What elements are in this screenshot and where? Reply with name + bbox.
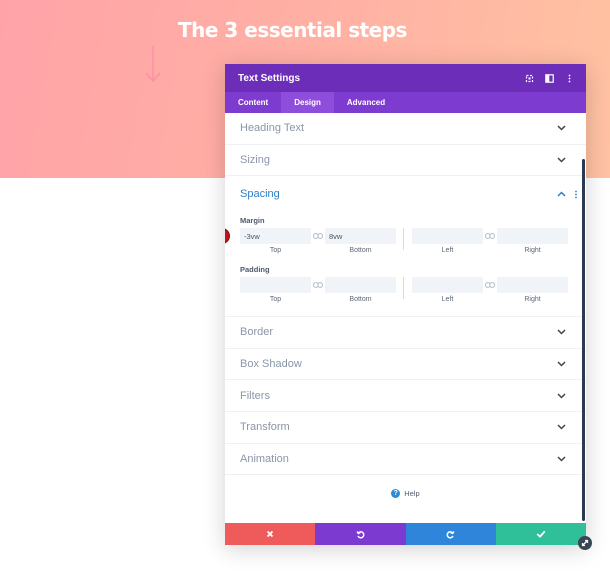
panel-header: Text Settings — [225, 64, 586, 92]
chevron-down-icon — [557, 329, 566, 336]
spacing-header[interactable]: Spacing — [225, 176, 586, 212]
link-icon[interactable] — [311, 277, 325, 293]
hero-title: The 3 essential steps — [178, 18, 407, 42]
close-icon — [266, 530, 274, 538]
help-link[interactable]: ? Help — [225, 489, 586, 498]
section-label: Animation — [240, 452, 289, 465]
section-transform[interactable]: Transform — [225, 412, 586, 444]
chevron-down-icon — [557, 456, 566, 462]
section-sizing[interactable]: Sizing — [225, 145, 586, 177]
panel-tabs: Content Design Advanced — [225, 92, 586, 113]
tab-advanced[interactable]: Advanced — [334, 92, 398, 113]
section-heading-text[interactable]: Heading Text — [225, 113, 586, 145]
help-label: Help — [404, 489, 420, 498]
panel-content: Heading Text Sizing Spacing Margin 1 -3v… — [225, 113, 586, 521]
field-caption: Right — [524, 247, 541, 255]
field-caption: Left — [441, 247, 454, 255]
margin-inputs: 1 -3vw Top 8vw Bottom — [225, 228, 586, 257]
resize-handle[interactable] — [578, 536, 592, 550]
section-spacing: Spacing Margin 1 -3vw Top — [225, 176, 586, 318]
more-vertical-icon[interactable] — [565, 74, 574, 83]
margin-left-input[interactable] — [412, 228, 483, 245]
more-vertical-icon[interactable] — [574, 190, 578, 199]
padding-bottom-input[interactable] — [325, 277, 396, 294]
chevron-down-icon — [557, 424, 566, 430]
padding-top-input[interactable] — [240, 277, 311, 294]
section-label: Heading Text — [240, 122, 305, 135]
chevron-up-icon[interactable] — [557, 191, 566, 197]
section-border[interactable]: Border — [225, 317, 586, 349]
field-caption: Bottom — [349, 247, 372, 255]
chevron-down-icon — [557, 125, 566, 131]
field-caption: Left — [441, 296, 454, 304]
chevron-down-icon — [557, 361, 566, 367]
panel-title: Text Settings — [238, 72, 301, 84]
margin-label: Margin — [240, 216, 265, 226]
section-label: Spacing — [240, 188, 280, 201]
tab-content[interactable]: Content — [225, 92, 281, 113]
redo-icon — [446, 530, 455, 538]
section-label: Filters — [240, 389, 270, 402]
divider — [403, 277, 404, 300]
section-label: Border — [240, 326, 274, 339]
panel-footer — [225, 523, 586, 545]
link-icon[interactable] — [311, 228, 325, 244]
annotation-badge: 1 — [225, 228, 230, 245]
check-icon — [536, 530, 546, 538]
padding-label: Padding — [240, 265, 270, 275]
field-caption: Right — [524, 296, 541, 304]
scrollbar[interactable] — [582, 159, 585, 521]
tab-design[interactable]: Design — [281, 92, 334, 113]
arrow-down-icon — [145, 46, 161, 83]
question-icon: ? — [391, 489, 401, 498]
margin-bottom-input[interactable]: 8vw — [325, 228, 396, 245]
section-label: Sizing — [240, 153, 270, 166]
redo-button[interactable] — [405, 523, 496, 545]
section-label: Box Shadow — [240, 358, 302, 371]
margin-right-input[interactable] — [497, 228, 568, 245]
padding-right-input[interactable] — [497, 277, 568, 294]
field-caption: Top — [269, 247, 282, 255]
link-icon[interactable] — [483, 277, 497, 293]
sidebar-icon[interactable] — [545, 73, 554, 83]
expand-icon[interactable] — [525, 74, 534, 83]
field-caption: Top — [269, 296, 282, 304]
save-button[interactable] — [495, 523, 586, 545]
undo-icon — [356, 530, 365, 538]
section-animation[interactable]: Animation — [225, 444, 586, 476]
divider — [403, 228, 404, 251]
link-icon[interactable] — [483, 228, 497, 244]
chevron-down-icon — [557, 393, 566, 399]
padding-left-input[interactable] — [412, 277, 483, 294]
resize-icon — [581, 539, 589, 547]
margin-top-input[interactable]: -3vw — [240, 228, 311, 245]
section-filters[interactable]: Filters — [225, 380, 586, 412]
field-caption: Bottom — [349, 296, 372, 304]
padding-inputs: Top Bottom Left Right — [225, 277, 586, 306]
cancel-button[interactable] — [225, 523, 316, 545]
section-label: Transform — [240, 421, 290, 434]
section-box-shadow[interactable]: Box Shadow — [225, 349, 586, 381]
chevron-down-icon — [557, 157, 566, 163]
undo-button[interactable] — [315, 523, 406, 545]
text-settings-panel: Text Settings Content Design Advanced He… — [225, 64, 586, 545]
